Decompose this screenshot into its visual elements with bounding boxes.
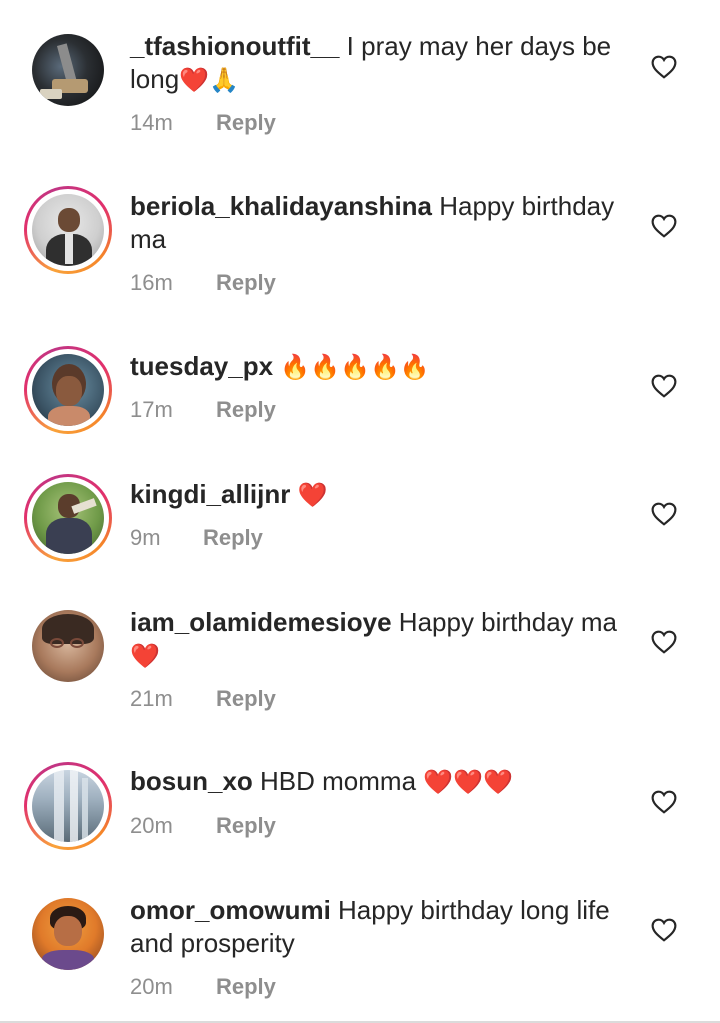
heart-outline-icon[interactable] (651, 918, 677, 942)
reply-button[interactable]: Reply (216, 270, 276, 295)
comment-time: 21m (130, 686, 173, 711)
reply-button[interactable]: Reply (216, 110, 276, 135)
comment-emoji: ❤️ (297, 482, 328, 509)
comment-username[interactable]: bosun_xo (130, 766, 253, 796)
heart-outline-icon[interactable] (651, 502, 677, 526)
comment-meta: 16m Reply (130, 270, 276, 296)
comment-body (290, 479, 297, 509)
reply-button[interactable]: Reply (203, 525, 263, 550)
comment-text: beriola_khalidayanshina Happy birthday m… (130, 190, 630, 257)
avatar[interactable] (24, 762, 112, 850)
heart-outline-icon[interactable] (651, 630, 677, 654)
reply-button[interactable]: Reply (216, 397, 276, 422)
avatar[interactable] (24, 474, 112, 562)
comment-username[interactable]: tuesday_px (130, 351, 273, 381)
avatar[interactable] (24, 186, 112, 274)
comment-body: HBD momma (252, 766, 424, 796)
comment-username[interactable]: beriola_khalidayanshina (130, 191, 432, 221)
comment-text: iam_olamidemesioye Happy birthday ma ❤️ (130, 606, 630, 673)
avatar[interactable] (32, 898, 104, 970)
comment-text: omor_omowumi Happy birthday long life an… (130, 894, 630, 961)
comment-time: 9m (130, 525, 161, 550)
comment-emoji: 🔥🔥🔥🔥🔥 (280, 354, 430, 381)
comment-meta: 20m Reply (130, 974, 276, 1000)
avatar[interactable] (32, 610, 104, 682)
comment-meta: 14m Reply (130, 110, 276, 136)
comment-time: 14m (130, 110, 173, 135)
heart-outline-icon[interactable] (651, 374, 677, 398)
comment-text: _tfashionoutfit__ I pray may her days be… (130, 30, 630, 97)
comment-body: Happy birthday ma (391, 607, 618, 637)
heart-outline-icon[interactable] (651, 790, 677, 814)
comment-meta: 20m Reply (130, 813, 276, 839)
comment-emoji: ❤️ (130, 643, 160, 670)
comment-emoji: ❤️❤️❤️ (423, 769, 513, 796)
reply-button[interactable]: Reply (216, 686, 276, 711)
comment-time: 20m (130, 813, 173, 838)
comment-text: tuesday_px 🔥🔥🔥🔥🔥 (130, 350, 630, 384)
comment-time: 20m (130, 974, 173, 999)
comment-meta: 9m Reply (130, 525, 263, 551)
comment-time: 17m (130, 397, 173, 422)
comment-username[interactable]: omor_omowumi (130, 895, 331, 925)
comment-emoji: ❤️🙏 (179, 67, 239, 94)
comment-username[interactable]: kingdi_allijnr (130, 479, 290, 509)
avatar[interactable] (24, 346, 112, 434)
comment-meta: 17m Reply (130, 397, 276, 423)
comment-meta: 21m Reply (130, 686, 276, 712)
comment-text: kingdi_allijnr ❤️ (130, 478, 630, 512)
comment-username[interactable]: iam_olamidemesioye (130, 607, 392, 637)
comment-text: bosun_xo HBD momma ❤️❤️❤️ (130, 765, 630, 799)
heart-outline-icon[interactable] (651, 214, 677, 238)
heart-outline-icon[interactable] (651, 55, 677, 79)
avatar[interactable] (32, 34, 104, 106)
reply-button[interactable]: Reply (216, 813, 276, 838)
comment-time: 16m (130, 270, 173, 295)
comment-username[interactable]: _tfashionoutfit__ (130, 31, 339, 61)
reply-button[interactable]: Reply (216, 974, 276, 999)
